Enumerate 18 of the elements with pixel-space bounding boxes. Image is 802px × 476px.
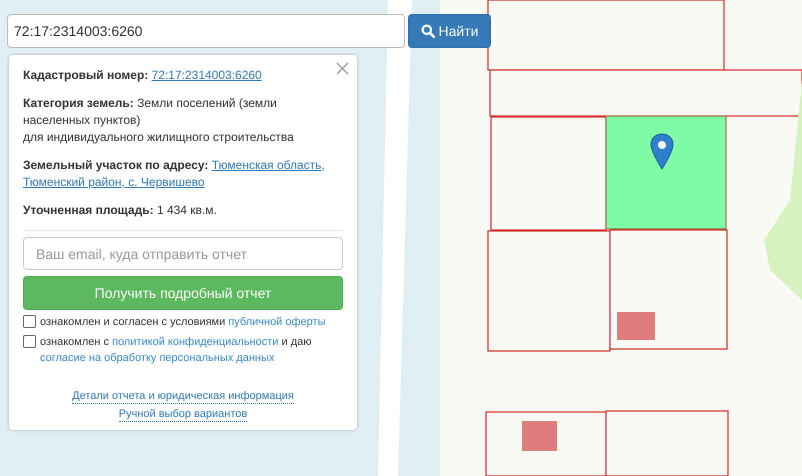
- parcel-field: Категория земель: Земли поселений (земли населенных пунктов) для индивидуального жилищного строительства: [23, 95, 343, 146]
- field-link[interactable]: 72:17:2314003:6260: [152, 68, 262, 82]
- field-link[interactable]: Тюменская область,: [212, 158, 325, 172]
- consent-link[interactable]: публичной оферты: [228, 316, 326, 328]
- search-button[interactable]: Найти: [408, 14, 491, 48]
- consent-text: ознакомлен с политикой конфиденциальности и даю согласие на обработку персональных данных: [40, 335, 312, 366]
- parcel-field: Уточненная площадь: 1 434 кв.м.: [23, 202, 343, 219]
- field-link[interactable]: Тюменский район, с. Червишево: [23, 174, 205, 191]
- consent-text: ознакомлен и согласен с условиями публичной оферты: [40, 315, 326, 330]
- parcel-field: Кадастровый номер: 72:17:2314003:6260: [23, 67, 321, 84]
- consent-link[interactable]: политикой конфиденциальности: [112, 336, 278, 348]
- footer-link[interactable]: Ручной выбор вариантов: [118, 407, 248, 422]
- consent-link[interactable]: согласие на обработку персональных данных: [40, 352, 274, 364]
- parcel-field: Земельный участок по адресу: Тюменская область, Тюменский район, с. Червишево: [23, 157, 343, 191]
- search-field[interactable]: 72:17:2314003:6260: [7, 14, 405, 48]
- footer-link[interactable]: Детали отчета и юридическая информация: [72, 389, 294, 404]
- get-report-button[interactable]: Получить подробный отчет: [23, 276, 343, 310]
- email-field[interactable]: Ваш email, куда отправить отчет: [23, 237, 343, 270]
